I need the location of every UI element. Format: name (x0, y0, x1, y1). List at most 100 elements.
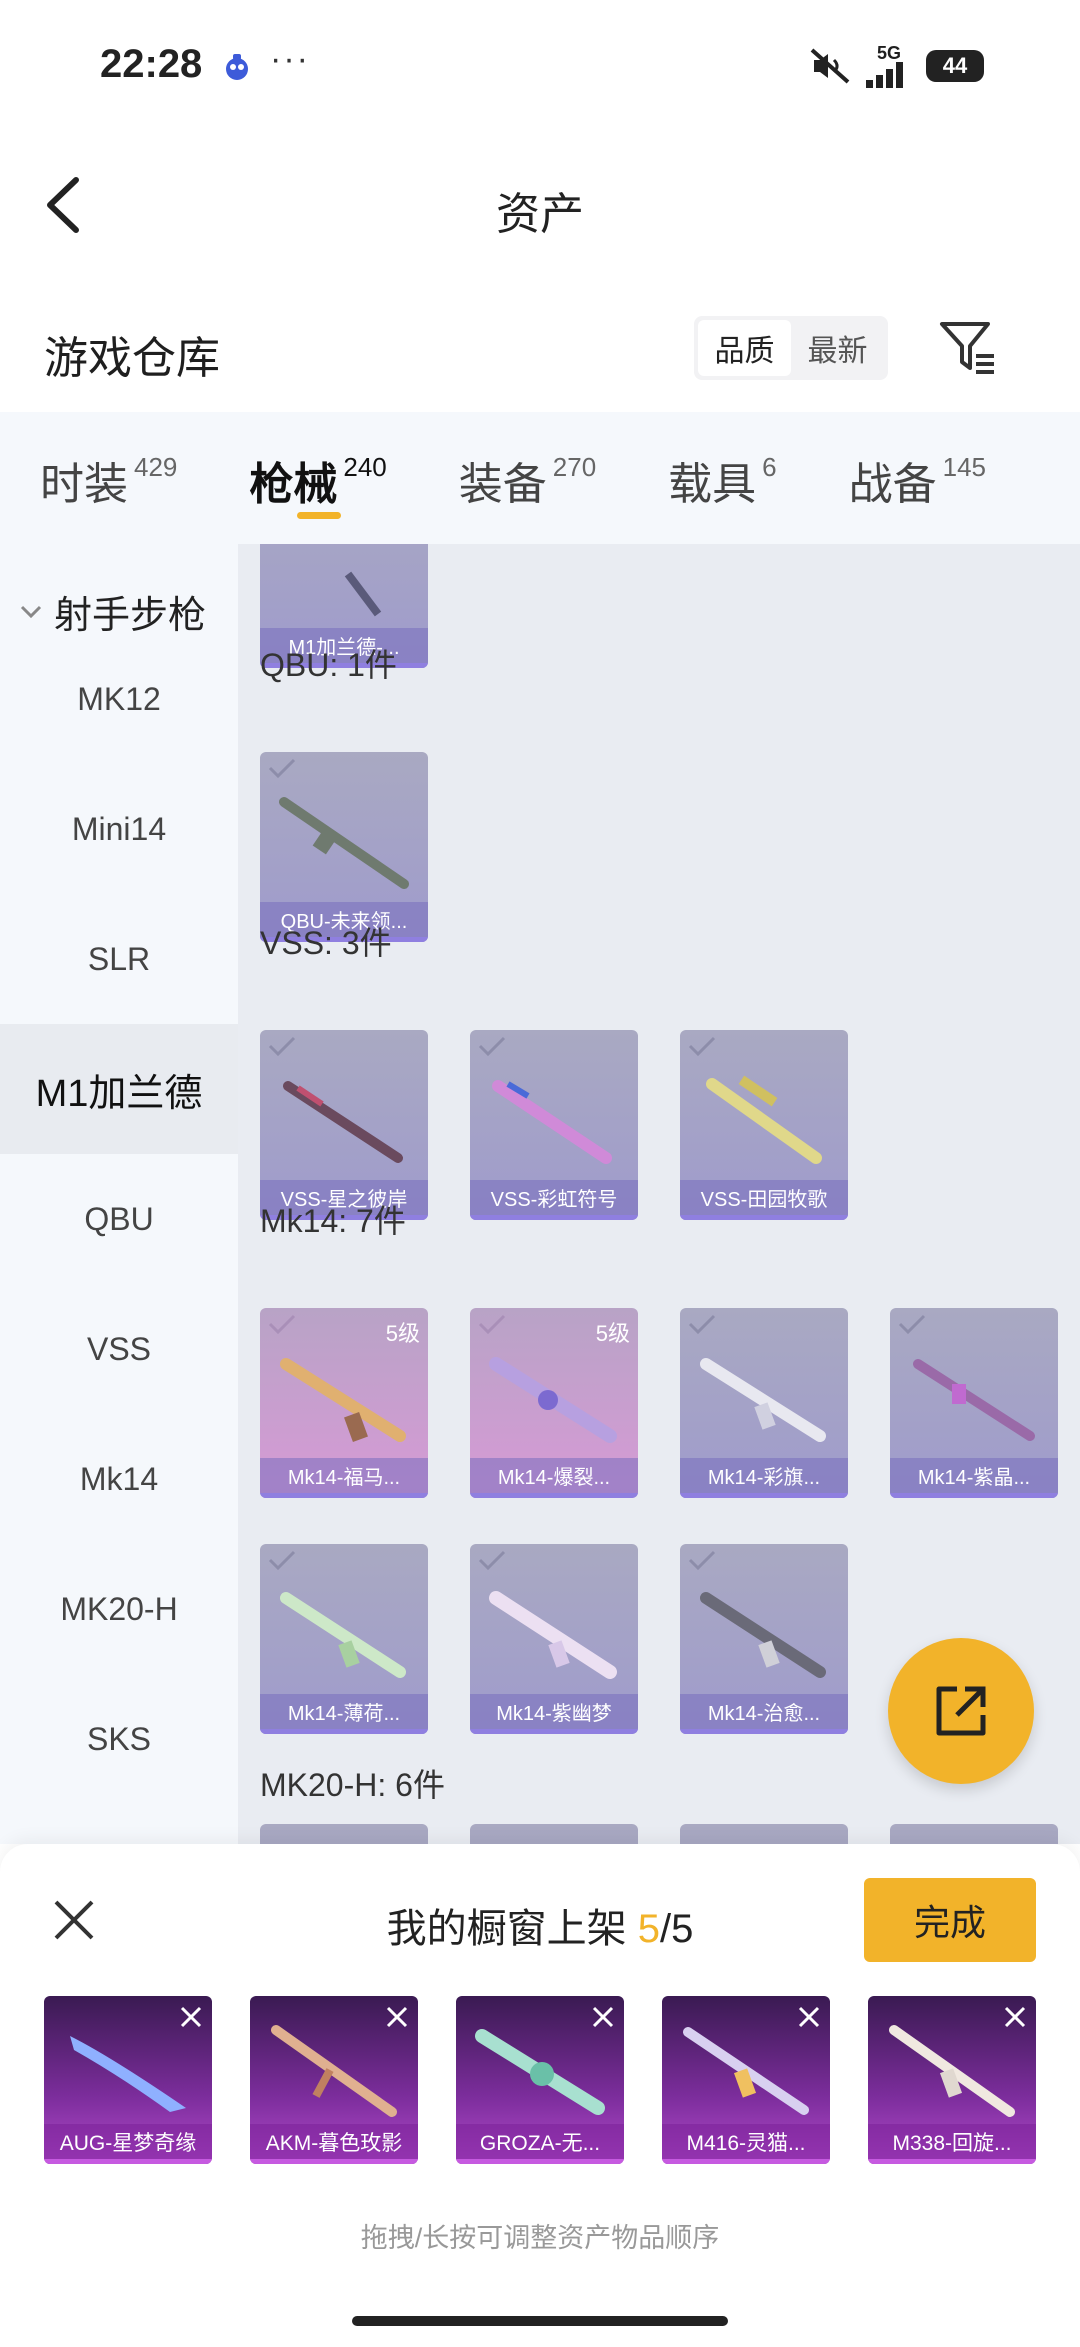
weapon-card-label: VSS-彩虹符号 (470, 1180, 638, 1220)
active-tab-indicator (297, 512, 342, 519)
rifle-icon (700, 1358, 826, 1442)
weapon-card[interactable]: Mk14-治愈... (680, 1544, 848, 1734)
weapon-card[interactable]: Mk14-紫幽梦 (470, 1544, 638, 1734)
weapon-card[interactable]: Mk14-彩旗... (680, 1308, 848, 1498)
sidebar-group-label: 射手步枪 (54, 595, 207, 637)
check-icon (478, 1314, 506, 1335)
sidebar-item-vss[interactable]: VSS (0, 1284, 238, 1414)
tab-firearms[interactable]: 枪械 240 (249, 412, 387, 544)
rifle-icon (283, 1081, 403, 1163)
weapon-card-label: Mk14-薄荷... (260, 1694, 428, 1734)
weapon-card[interactable] (890, 1824, 1058, 1844)
rifle-icon (280, 1358, 406, 1442)
showcase-title-text: 我的橱窗上架 (386, 1907, 638, 1951)
more-notifications-icon: ··· (270, 40, 310, 78)
filter-icon[interactable] (936, 316, 998, 378)
share-button[interactable] (888, 1638, 1034, 1784)
rifle-icon (279, 797, 409, 889)
rifle-icon (344, 571, 382, 617)
weapon-card-label: VSS-田园牧歌 (680, 1180, 848, 1220)
rifle-icon (475, 2029, 605, 2115)
weapon-card[interactable]: 5级 Mk14-福马... (260, 1308, 428, 1498)
weapon-card[interactable]: 5级 Mk14-爆裂... (470, 1308, 638, 1498)
weapon-card-label: Mk14-爆裂... (470, 1458, 638, 1498)
tab-label: 装备 (458, 460, 547, 509)
weapon-card[interactable]: Mk14-紫晶... (890, 1308, 1058, 1498)
check-icon (268, 1550, 296, 1571)
sidebar-item-mk12[interactable]: MK12 (0, 634, 238, 764)
check-icon (478, 1550, 506, 1571)
tab-count: 270 (552, 452, 597, 482)
weapon-card[interactable]: VSS-田园牧歌 (680, 1030, 848, 1220)
weapon-card-label: Mk14-福马... (260, 1458, 428, 1498)
tab-label: 载具 (668, 460, 757, 509)
sidebar-item-m1-garand[interactable]: M1加兰德 (0, 1024, 238, 1154)
check-icon (688, 1550, 716, 1571)
header: 资产 (0, 140, 1080, 270)
tab-label: 战备 (848, 460, 937, 509)
sidebar-item-mk20h[interactable]: MK20-H (0, 1544, 238, 1674)
weapon-type-sidebar: 射手步枪 MK12 Mini14 SLR M1加兰德 QBU VSS Mk14 … (0, 544, 238, 1844)
tab-count: 145 (942, 452, 987, 482)
showcase-item[interactable]: AKM-暮色玫影 (250, 1996, 418, 2164)
rifle-icon (683, 2027, 809, 2115)
signal-icon (866, 62, 903, 88)
page-title: 资产 (496, 190, 584, 239)
reorder-hint: 拖拽/长按可调整资产物品顺序 (360, 2223, 720, 2253)
tab-supplies[interactable]: 战备 145 (849, 412, 986, 544)
check-icon (688, 1314, 716, 1335)
sidebar-group-marksman[interactable]: 射手步枪 (18, 584, 206, 639)
warehouse-title: 游戏仓库 (44, 334, 220, 383)
share-icon (936, 1686, 986, 1736)
signal-indicator: 5G (866, 44, 912, 88)
sidebar-item-mk14[interactable]: Mk14 (0, 1414, 238, 1544)
network-label: 5G (876, 43, 901, 63)
showcase-item-label: GROZA-无... (456, 2124, 624, 2164)
home-indicator[interactable] (352, 2316, 728, 2326)
showcase-total-count: /5 (660, 1907, 694, 1951)
battery-indicator: 44 (926, 50, 984, 82)
rifle-icon (700, 1592, 826, 1678)
tab-label: 时装 (40, 460, 128, 509)
rifle-icon (913, 1359, 1035, 1441)
status-right: 5G 44 (808, 44, 984, 88)
rifle-icon (889, 2025, 1015, 2117)
weapon-card[interactable]: QBU-未来领... (260, 752, 428, 942)
sidebar-item-sks[interactable]: SKS (0, 1674, 238, 1804)
showcase-item[interactable]: AUG-星梦奇缘 (44, 1996, 212, 2164)
showcase-item-label: M338-回旋... (868, 2124, 1036, 2164)
sort-quality-button[interactable]: 品质 (698, 320, 791, 376)
weapon-card[interactable]: VSS-彩虹符号 (470, 1030, 638, 1220)
check-icon (268, 758, 296, 779)
rifle-icon (280, 1592, 406, 1678)
showcase-item[interactable]: GROZA-无... (456, 1996, 624, 2164)
weapon-card[interactable] (680, 1824, 848, 1844)
check-icon (688, 1036, 716, 1057)
rifle-icon (271, 2025, 397, 2117)
weapon-card[interactable] (470, 1824, 638, 1844)
showcase-item[interactable]: M338-回旋... (868, 1996, 1036, 2164)
sidebar-item-qbu[interactable]: QBU (0, 1154, 238, 1284)
done-button[interactable]: 完成 (864, 1878, 1036, 1962)
section-title-mk14: Mk14: 7件 (260, 1203, 406, 1239)
status-bar: 22:28 ··· 5G 44 (0, 0, 1080, 130)
showcase-item-label: AUG-星梦奇缘 (44, 2124, 212, 2164)
showcase-item-label: AKM-暮色玫影 (250, 2124, 418, 2164)
category-tabs: 时装 429 枪械 240 装备 270 载具 6 战备 145 (0, 412, 1080, 544)
showcase-item[interactable]: M416-灵猫... (662, 1996, 830, 2164)
weapon-card[interactable] (260, 1824, 428, 1844)
tab-fashion[interactable]: 时装 429 (40, 412, 177, 544)
rifle-icon (492, 1080, 612, 1164)
rifle-icon (489, 1357, 617, 1443)
tab-vehicles[interactable]: 载具 6 (668, 412, 776, 544)
weapon-card[interactable]: VSS-星之彼岸 (260, 1030, 428, 1220)
check-icon (478, 1036, 506, 1057)
sort-newest-button[interactable]: 最新 (791, 320, 884, 376)
section-title-mk20h: MK20-H: 6件 (260, 1767, 445, 1803)
tab-equipment[interactable]: 装备 270 (459, 412, 596, 544)
sidebar-item-slr[interactable]: SLR (0, 894, 238, 1024)
weapon-card[interactable]: Mk14-薄荷... (260, 1544, 428, 1734)
tab-count: 240 (343, 452, 387, 482)
sidebar-item-mini14[interactable]: Mini14 (0, 764, 238, 894)
weapon-card-label: Mk14-紫晶... (890, 1458, 1058, 1498)
